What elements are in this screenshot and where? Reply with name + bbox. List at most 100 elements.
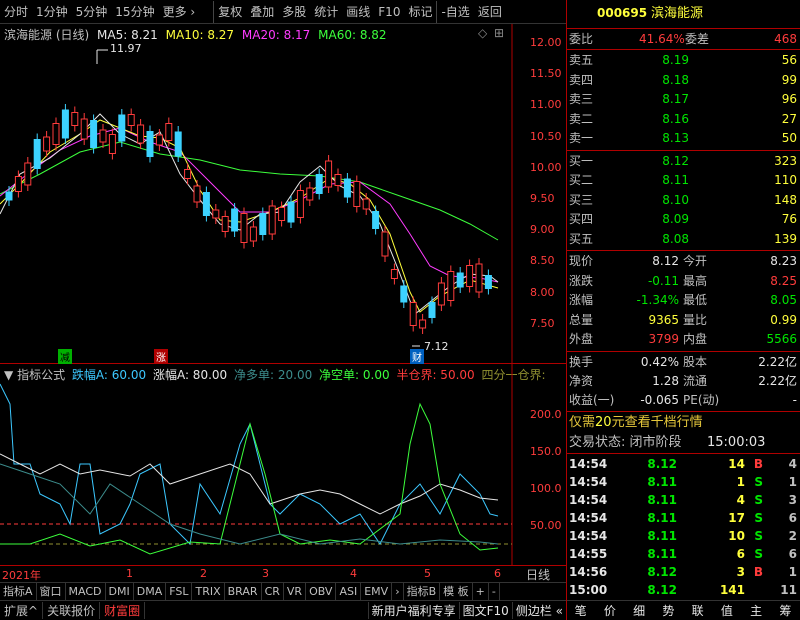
bids-price[interactable]: 8.08 [662,230,689,249]
indicator-tab[interactable]: DMI [106,583,134,601]
indicator-tab[interactable]: DMA [134,583,167,601]
toolbar-item[interactable]: 复权 [214,1,246,23]
toolbar-item[interactable]: 多股 [278,1,310,23]
footer-item[interactable]: 扩展^ [0,602,44,619]
date-tick: 2021年 [2,569,41,582]
promo-text: 仅需 [569,414,596,430]
toolbar-item[interactable]: 分时 [0,1,32,23]
asks-price[interactable]: 8.13 [662,129,689,148]
indicator-tab[interactable]: - [489,583,500,601]
candle-body [315,174,323,194]
indicator-tab[interactable]: FSL [166,583,193,601]
toolbar-item[interactable]: 标记 [404,1,436,23]
indicator-tab[interactable]: ASI [336,583,362,601]
toolbar-item[interactable]: 统计 [310,1,342,23]
candle-body [212,209,220,219]
footer-right-item[interactable]: 侧边栏 « [511,602,566,619]
quote-value: 8.25 [770,273,797,288]
trade-volume: 4 [736,492,745,507]
indicator-area[interactable]: ▼ 指标公式 跌幅A: 60.00 涨幅A: 80.00 净多单: 20.00 … [0,364,566,566]
footer-right-item[interactable]: 图文F10 [458,602,512,619]
indicator-tab[interactable]: VR [284,583,307,601]
indicator-tab[interactable]: 模 板 [440,583,473,601]
bids-price[interactable]: 8.10 [662,191,689,210]
candle-body [334,174,342,186]
asks-volume: 27 [781,111,797,126]
toolbar-item[interactable]: F10 [374,1,404,23]
asks-volume: 56 [781,53,797,67]
stat-label: 净资 [569,373,594,388]
trade-time: 14:54 [569,510,608,525]
bids-price[interactable]: 8.11 [662,171,689,190]
asks-price[interactable]: 8.17 [662,90,689,109]
toolbar-item[interactable]: -自选 [437,1,473,23]
candle-body [409,302,417,326]
marker-zhang[interactable]: 涨 [154,349,168,364]
candle-body [202,192,210,216]
indicator-tab[interactable]: TRIX [192,583,225,601]
quote-value: -1.34% [636,293,679,307]
candle-body [466,265,474,287]
trade-count: 1 [788,564,797,579]
indicator-tab[interactable]: 指标B [404,583,441,601]
indicator-tab[interactable]: CR [262,583,284,601]
indicator-tab[interactable]: MACD [66,583,106,601]
bids-row: 买二 8.11 110 [567,171,800,190]
candlestick-chart [0,24,513,364]
candle-body [61,109,69,139]
candle-body [343,178,351,198]
candle-body [108,134,116,154]
indicator-tab[interactable]: OBV [306,583,337,601]
indicator-tab[interactable]: EMV [361,583,393,601]
indicator-tab[interactable]: BRAR [225,583,262,601]
indicator-tick: 50.00 [530,519,562,532]
bids-price[interactable]: 8.12 [662,152,689,171]
date-tick: 3 [262,567,269,580]
quote-row: 总量 9365 量比 0.99 [567,311,800,330]
asks-price[interactable]: 8.16 [662,110,689,129]
asks-volume: 99 [781,72,797,87]
bids-row: 买一 8.12 323 [567,152,800,171]
toolbar-item[interactable]: 1分钟 [32,1,72,23]
promo-banner[interactable]: 仅需20元查看千档行情 [567,413,800,432]
bids-price[interactable]: 8.09 [662,210,689,229]
footer-item[interactable]: 财富圈 [100,602,146,619]
trade-row: 14:54 8.12 14 B 4 [567,455,800,474]
toolbar-item[interactable]: 5分钟 [72,1,112,23]
marker-cai[interactable]: 财 [410,349,424,364]
trade-row: 14:54 8.11 10 S 2 [567,527,800,546]
trade-time: 14:54 [569,492,608,507]
quote-label: 总量 [569,312,594,327]
footer-item[interactable]: 关联报价 [43,602,101,619]
candle-body [33,139,41,169]
divider [567,350,800,352]
asks-price[interactable]: 8.18 [662,71,689,90]
indicator-tab[interactable]: 指标A [0,583,37,601]
promo-text: 元查看千档行情 [611,414,703,430]
marker-jian[interactable]: 减 [58,349,72,364]
main-chart-area[interactable]: 滨海能源 (日线) MA5: 8.21 MA10: 8.27 MA20: 8.1… [0,24,566,364]
indicator-tab[interactable]: + [473,583,489,601]
quote-value: 8.05 [770,293,797,307]
stat-value: 1.28 [652,373,679,388]
toolbar-item[interactable]: 返回 [474,1,506,23]
toolbar-item[interactable]: 叠加 [246,1,278,23]
footer-right-item[interactable]: 新用户福利专享 [367,602,459,619]
asks-price[interactable]: 8.19 [662,51,689,70]
asks-row: 卖一 8.13 50 [567,129,800,148]
indicator-tab[interactable]: 窗口 [37,583,66,601]
bids-volume: 148 [774,192,797,207]
candle-body [80,118,88,140]
trade-direction: S [754,474,763,489]
candle-body [419,319,427,329]
period-label[interactable]: 日线 [526,566,550,583]
toolbar-item[interactable]: 更多 › [159,1,200,23]
indicator-tab[interactable]: › [392,583,404,601]
trade-direction: B [753,564,763,579]
toolbar-item[interactable]: 15分钟 [111,1,158,23]
candle-body [428,302,436,318]
toolbar-item[interactable]: 画线 [342,1,374,23]
price-tick: 9.00 [530,223,555,237]
period-toolbar: 分时 1分钟 5分钟 15分钟 更多 › 复权 叠加 多股 统计 画线 F10 标记 -自选 返回 [0,0,566,24]
trade-direction: B [753,456,763,471]
